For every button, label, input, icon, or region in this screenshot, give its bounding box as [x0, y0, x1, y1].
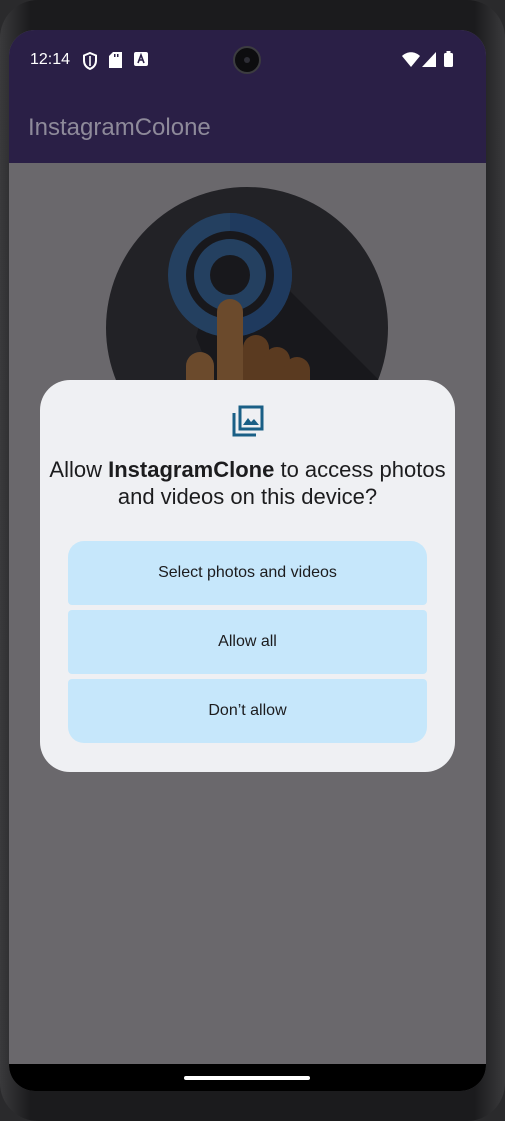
font-a-icon	[134, 52, 148, 66]
app-bar: InstagramColone	[9, 92, 486, 163]
select-photos-button[interactable]: Select photos and videos	[68, 541, 427, 605]
home-gesture-handle[interactable]	[184, 1076, 310, 1080]
battery-icon	[444, 51, 453, 67]
navigation-bar	[9, 1064, 486, 1091]
dialog-title: Allow InstagramClone to access photos an…	[40, 456, 455, 510]
dialog-title-app-name: InstagramClone	[108, 457, 275, 482]
device-frame: 12:14 InstagramColone Allow InstagramClo…	[0, 0, 505, 1121]
sd-card-icon	[109, 52, 122, 68]
shield-icon	[83, 52, 97, 70]
signal-icon	[422, 52, 436, 67]
allow-all-button[interactable]: Allow all	[68, 610, 427, 674]
status-time: 12:14	[30, 51, 71, 68]
front-camera	[233, 46, 261, 74]
app-title: InstagramColone	[28, 114, 211, 141]
photo-library-icon	[232, 405, 264, 437]
dont-allow-button[interactable]: Don’t allow	[68, 679, 427, 743]
dialog-title-prefix: Allow	[49, 457, 109, 482]
wifi-icon	[402, 52, 420, 67]
screen: 12:14 InstagramColone Allow InstagramClo…	[9, 30, 486, 1091]
status-bar: 12:14	[9, 30, 486, 92]
permission-dialog: Allow InstagramClone to access photos an…	[40, 380, 455, 772]
